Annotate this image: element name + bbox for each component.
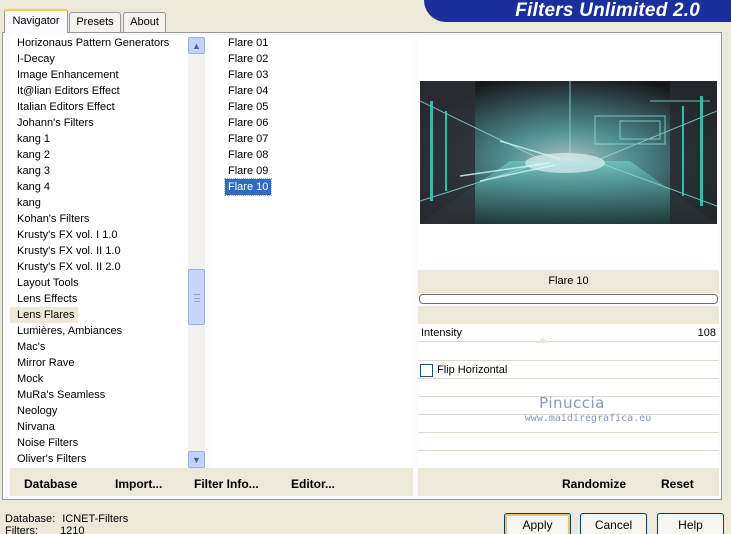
filter-item[interactable]: Flare 03 xyxy=(212,67,412,83)
category-item[interactable]: MuRa's Seamless xyxy=(10,387,188,403)
category-item[interactable]: Mac's xyxy=(10,339,188,355)
progress-bar xyxy=(419,294,718,304)
category-item[interactable]: Kohan's Filters xyxy=(10,211,188,227)
filter-item-label: Flare 01 xyxy=(228,37,269,49)
status-filters: Filters: 1210 xyxy=(5,525,85,534)
filter-item[interactable]: Flare 01 xyxy=(212,35,412,51)
tab-about[interactable]: About xyxy=(123,12,166,32)
category-item[interactable]: Oliver's Filters xyxy=(10,451,188,467)
filter-item[interactable]: Flare 04 xyxy=(212,83,412,99)
watermark-name: Pinuccia xyxy=(539,394,605,412)
randomize-button[interactable]: Randomize xyxy=(562,477,626,491)
filter-item-label: Flare 02 xyxy=(228,53,269,65)
filter-item[interactable]: Flare 02 xyxy=(212,51,412,67)
filter-item-label: Flare 08 xyxy=(228,149,269,161)
param-row-empty xyxy=(418,433,719,451)
import-button[interactable]: Import... xyxy=(115,477,162,491)
apply-button[interactable]: Apply xyxy=(504,513,571,534)
status-database: Database: ICNET-Filters xyxy=(5,513,128,525)
scroll-down-button[interactable]: ▼ xyxy=(188,451,205,468)
editor-button[interactable]: Editor... xyxy=(291,477,335,491)
tab-navigator[interactable]: Navigator xyxy=(4,9,68,33)
cancel-button[interactable]: Cancel xyxy=(580,513,647,534)
help-button[interactable]: Help xyxy=(657,513,724,534)
database-value: ICNET-Filters xyxy=(62,513,129,525)
param-row-empty xyxy=(418,451,719,469)
category-item[interactable]: Layout Tools xyxy=(10,275,188,291)
category-item[interactable]: I-Decay xyxy=(10,51,188,67)
category-item[interactable]: kang 3 xyxy=(10,163,188,179)
param-row-empty xyxy=(418,343,719,361)
filters-value: 1210 xyxy=(60,525,85,534)
filter-info-button[interactable]: Filter Info... xyxy=(194,477,259,491)
filter-name-label: Flare 10 xyxy=(418,270,719,293)
filter-toolbar: Database Import... Filter Info... Editor… xyxy=(10,468,413,496)
filter-list[interactable]: Flare 01 Flare 02 Flare 03 Flare 04 Flare 05… xyxy=(212,35,412,467)
category-item[interactable]: kang 4 xyxy=(10,179,188,195)
grip-icon xyxy=(194,294,200,302)
param-toolbar: Randomize Reset xyxy=(418,468,719,496)
reset-button[interactable]: Reset xyxy=(661,477,694,491)
filter-item-label: Flare 10 xyxy=(223,178,273,196)
filter-item-label: Flare 07 xyxy=(228,133,269,145)
flip-horizontal-label: Flip Horizontal xyxy=(437,364,508,376)
filters-label: Filters: xyxy=(5,525,38,534)
category-item[interactable]: Johann's Filters xyxy=(10,115,188,131)
filter-item-label: Flare 09 xyxy=(228,165,269,177)
category-item[interactable]: kang xyxy=(10,195,188,211)
preview-image xyxy=(420,81,717,224)
filter-item[interactable]: Flare 05 xyxy=(212,99,412,115)
intensity-label: Intensity xyxy=(421,327,462,339)
category-item[interactable]: Italian Editors Effect xyxy=(10,99,188,115)
filter-item[interactable]: Flare 09 xyxy=(212,163,412,179)
category-item[interactable]: Lens Effects xyxy=(10,291,188,307)
filter-item[interactable]: Flare 08 xyxy=(212,147,412,163)
category-list[interactable]: Horizonaus Pattern Generators I-Decay Imag… xyxy=(10,35,188,467)
preview-area xyxy=(418,35,719,268)
category-item[interactable]: Krusty's FX vol. II 1.0 xyxy=(10,243,188,259)
divider xyxy=(418,306,719,324)
filter-item[interactable]: Flare 10 xyxy=(212,178,412,196)
database-button[interactable]: Database xyxy=(24,477,77,491)
category-item[interactable]: kang 1 xyxy=(10,131,188,147)
filter-item[interactable]: Flare 07 xyxy=(212,131,412,147)
filters-unlimited-logo: Filters Unlimited 2.0 xyxy=(424,0,731,22)
category-item[interactable]: Krusty's FX vol. II 2.0 xyxy=(10,259,188,275)
category-item[interactable]: Lens Flares xyxy=(10,307,78,323)
category-scrollbar[interactable]: ▲ ▼ xyxy=(188,37,205,468)
tab-presets[interactable]: Presets xyxy=(69,12,121,32)
intensity-row[interactable]: Intensity 108 xyxy=(418,324,719,344)
category-item[interactable]: kang 2 xyxy=(10,147,188,163)
flip-horizontal-checkbox[interactable] xyxy=(420,364,433,377)
category-item[interactable]: Mirror Rave xyxy=(10,355,188,371)
intensity-value: 108 xyxy=(697,327,716,339)
filter-item-label: Flare 06 xyxy=(228,117,269,129)
category-item[interactable]: It@lian Editors Effect xyxy=(10,83,188,99)
scroll-thumb[interactable] xyxy=(188,269,205,325)
filter-item[interactable]: Flare 06 xyxy=(212,115,412,131)
category-item[interactable]: Image Enhancement xyxy=(10,67,188,83)
database-label: Database: xyxy=(5,513,56,525)
filter-item-label: Flare 05 xyxy=(228,101,269,113)
scroll-up-button[interactable]: ▲ xyxy=(188,37,205,54)
category-item[interactable]: Mock xyxy=(10,371,188,387)
logo-title: Filters Unlimited 2.0 xyxy=(515,0,700,21)
watermark-url: www.maidiregrafica.eu xyxy=(524,413,652,424)
category-item[interactable]: Nirvana xyxy=(10,419,188,435)
category-item[interactable]: Noise Filters xyxy=(10,435,188,451)
chevron-up-icon: ▲ xyxy=(192,40,201,51)
category-item[interactable]: Lumières, Ambiances xyxy=(10,323,188,339)
filter-item-label: Flare 03 xyxy=(228,69,269,81)
flip-horizontal-row[interactable]: Flip Horizontal xyxy=(418,361,719,379)
filter-item-label: Flare 04 xyxy=(228,85,269,97)
chevron-down-icon: ▼ xyxy=(192,454,201,465)
category-item[interactable]: Neology xyxy=(10,403,188,419)
category-item[interactable]: Horizonaus Pattern Generators xyxy=(10,35,188,51)
category-item[interactable]: Krusty's FX vol. I 1.0 xyxy=(10,227,188,243)
